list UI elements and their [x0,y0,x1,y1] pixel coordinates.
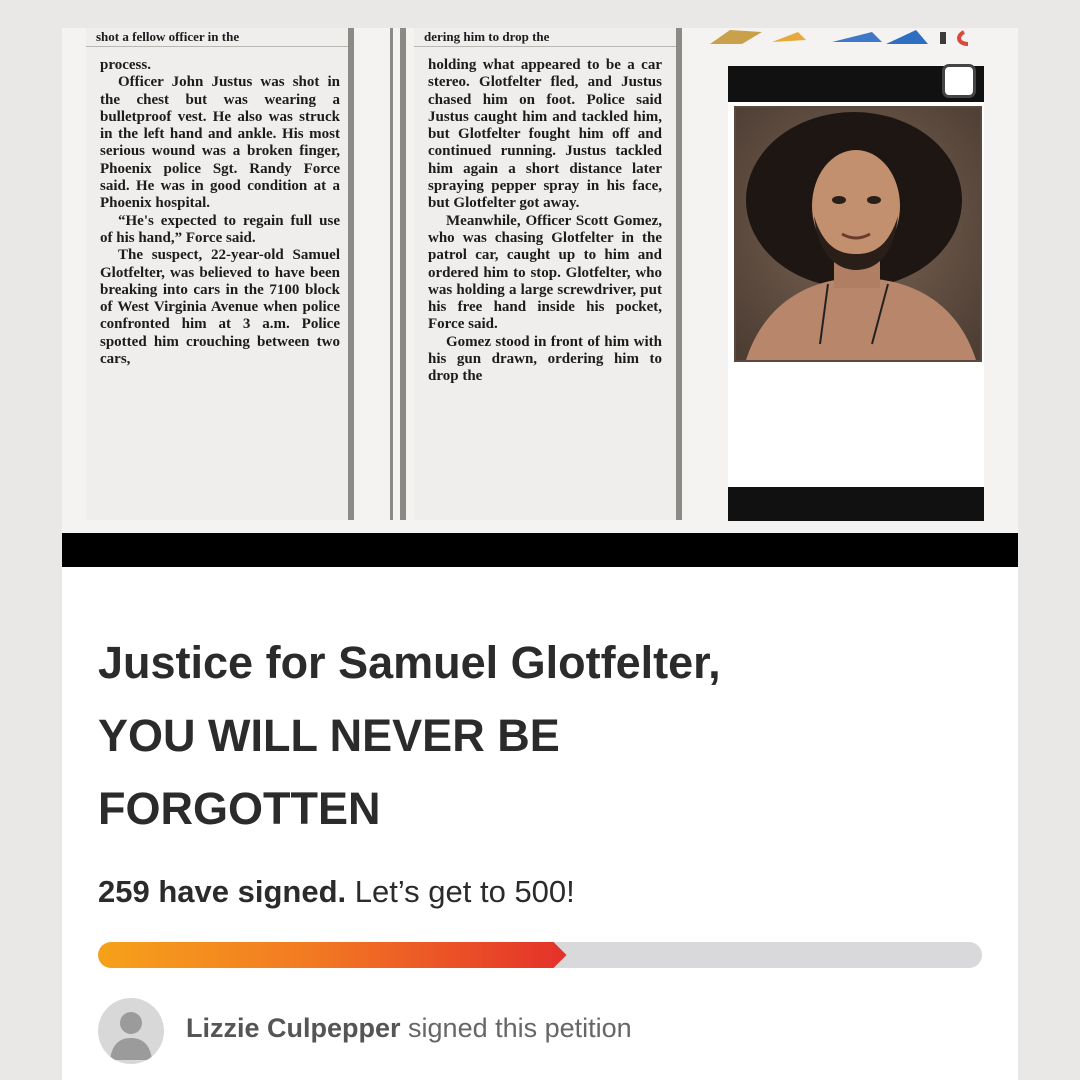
column-rule [400,28,406,520]
news-clipping-image: shot a fellow officer in the process. Of… [62,28,1018,533]
news-column-1-body: process. Officer John Justus was shot in… [86,47,354,368]
signer-name[interactable]: Lizzie Culpepper [186,1013,401,1043]
news-paragraph: “He's expected to regain full use of his… [100,212,340,246]
column-rule [390,28,393,520]
signature-progress-fill [98,942,567,968]
signer-text: Lizzie Culpepper signed this petition [186,1013,632,1044]
checkbox-icon [942,64,976,98]
portrait-panel [728,66,984,521]
petition-title-line: Justice for Samuel Glotfelter, [98,637,721,688]
signature-status: 259 have signed. Let’s get to 500! [98,874,575,910]
decorative-strip [710,30,969,46]
news-paragraph: Officer John Justus was shot in the ches… [100,74,340,212]
petition-title-line: FORGOTTEN [98,783,381,834]
news-paragraph: Gomez stood in front of him with his gun… [428,333,662,385]
avatar [98,998,164,1064]
petition-title: Justice for Samuel Glotfelter, YOU WILL … [98,626,978,845]
news-paragraph: holding what appeared to be a car stereo… [428,57,662,212]
column-rule [676,28,682,520]
portrait-bottom-bar [728,487,984,521]
petition-card: shot a fellow officer in the process. Of… [62,28,1018,1080]
news-column-1-cut-line: shot a fellow officer in the [86,28,354,47]
recent-signer: Lizzie Culpepper signed this petition [98,998,978,1064]
signature-progress-bar [98,942,982,968]
news-column-2: dering him to drop the holding what appe… [414,28,676,520]
news-paragraph: The suspect, 22-year-old Samuel Glotfelt… [100,247,340,368]
default-user-icon [110,1012,152,1060]
news-column-2-cut-line: dering him to drop the [414,28,676,47]
column-rule [348,28,354,520]
news-paragraph: process. [100,57,151,73]
portrait-illustration [736,108,980,360]
news-column-2-body: holding what appeared to be a car stereo… [414,47,676,386]
news-column-1: shot a fellow officer in the process. Of… [86,28,354,520]
image-divider-bar [62,533,1018,567]
signature-goal: Let’s get to 500! [346,874,575,909]
news-paragraph: Meanwhile, Officer Scott Gomez, who was … [428,212,662,333]
portrait-photo [734,106,982,362]
signer-action: signed this petition [400,1013,632,1043]
petition-title-line: YOU WILL NEVER BE [98,710,560,761]
signed-count: 259 have signed. [98,874,347,909]
